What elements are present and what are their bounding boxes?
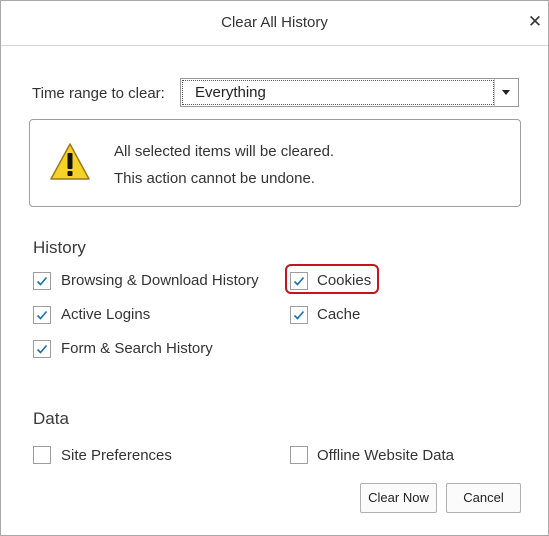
clear-now-button[interactable]: Clear Now (360, 483, 437, 513)
warning-text-line2: This action cannot be undone. (114, 170, 315, 187)
active-logins-label[interactable]: Active Logins (61, 306, 150, 323)
close-icon[interactable]: ✕ (526, 11, 544, 33)
dialog-title: Clear All History (221, 14, 328, 31)
time-range-label: Time range to clear: (32, 85, 165, 102)
chevron-down-icon[interactable] (494, 79, 518, 106)
active-logins-checkbox[interactable] (33, 306, 51, 324)
checkmark-icon (293, 276, 305, 286)
cache-checkbox[interactable] (290, 306, 308, 324)
time-range-select[interactable]: Everything (180, 78, 519, 107)
clear-history-dialog: Clear All History ✕ Time range to clear:… (0, 0, 549, 536)
offline-website-data-checkbox[interactable] (290, 446, 308, 464)
offline-website-data-label[interactable]: Offline Website Data (317, 447, 454, 464)
form-search-history-checkbox[interactable] (33, 340, 51, 358)
cookies-checkbox[interactable] (290, 272, 308, 290)
checkmark-icon (36, 344, 48, 354)
site-preferences-label[interactable]: Site Preferences (61, 447, 172, 464)
warning-box: All selected items will be cleared. This… (29, 119, 521, 207)
warning-text-line1: All selected items will be cleared. (114, 143, 335, 160)
browsing-download-history-label[interactable]: Browsing & Download History (61, 272, 259, 289)
title-bar: Clear All History ✕ (1, 1, 548, 46)
data-heading: Data (33, 409, 69, 428)
checkmark-icon (36, 276, 48, 286)
cancel-button[interactable]: Cancel (446, 483, 521, 513)
checkmark-icon (36, 310, 48, 320)
history-heading: History (33, 238, 86, 257)
cache-label[interactable]: Cache (317, 306, 360, 323)
browsing-download-history-checkbox[interactable] (33, 272, 51, 290)
site-preferences-checkbox[interactable] (33, 446, 51, 464)
form-search-history-label[interactable]: Form & Search History (61, 340, 213, 357)
checkmark-icon (293, 310, 305, 320)
warning-triangle-icon (50, 143, 90, 180)
time-range-value: Everything (182, 80, 494, 105)
cookies-label[interactable]: Cookies (317, 272, 371, 289)
